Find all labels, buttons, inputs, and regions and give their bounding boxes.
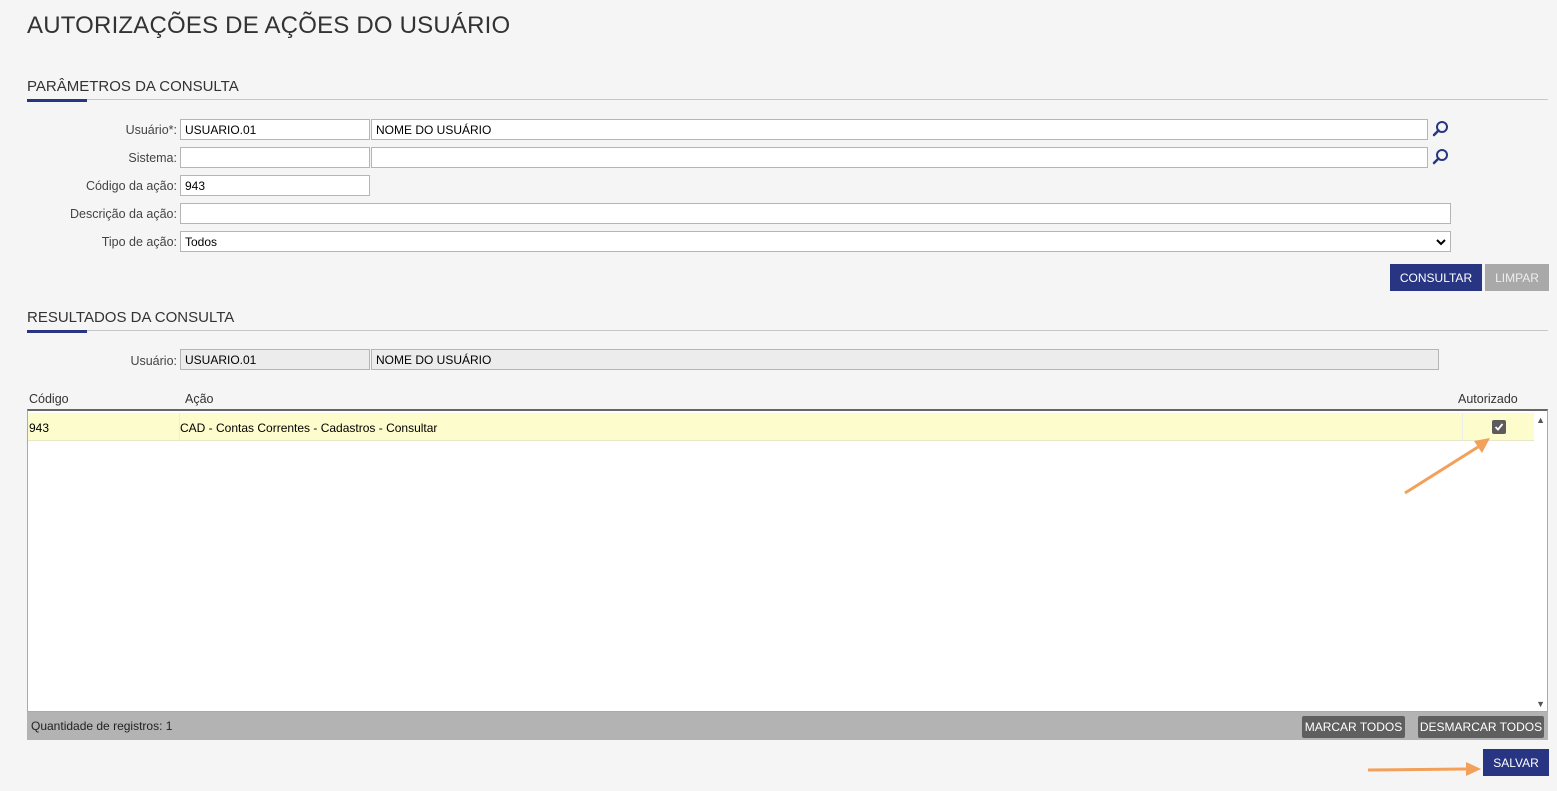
scroll-down-icon[interactable]: ▼ (1536, 699, 1545, 709)
tipo-acao-select[interactable]: Todos (180, 231, 1451, 252)
consultar-button[interactable]: CONSULTAR (1390, 264, 1482, 291)
sistema-label: Sistema: (128, 151, 177, 165)
results-divider (27, 330, 1548, 331)
row-acao-cell: CAD - Contas Correntes - Cadastros - Con… (180, 421, 438, 435)
column-header-acao[interactable]: Ação (185, 392, 214, 406)
usuario-code-input[interactable]: USUARIO.01 (180, 119, 370, 140)
chevron-down-icon (1436, 236, 1446, 250)
descricao-acao-input[interactable] (180, 203, 1451, 224)
results-usuario-code: USUARIO.01 (180, 349, 370, 370)
limpar-button[interactable]: LIMPAR (1485, 264, 1549, 291)
marcar-todos-button[interactable]: MARCAR TODOS (1302, 716, 1405, 738)
page-title: AUTORIZAÇÕES DE AÇÕES DO USUÁRIO (27, 12, 511, 39)
autorizado-checkbox[interactable] (1492, 420, 1506, 434)
results-grid: 943 CAD - Contas Correntes - Cadastros -… (27, 409, 1548, 712)
column-header-codigo[interactable]: Código (29, 392, 69, 406)
sistema-name-input[interactable] (371, 147, 1428, 168)
row-codigo-cell: 943 (29, 421, 50, 435)
params-divider (27, 99, 1548, 100)
results-section-title: RESULTADOS DA CONSULTA (27, 309, 235, 326)
tipo-acao-value: Todos (185, 235, 218, 249)
usuario-search-icon[interactable] (1431, 119, 1451, 139)
column-separator (1462, 413, 1463, 441)
codigo-acao-input[interactable]: 943 (180, 175, 370, 196)
params-section-title: PARÂMETROS DA CONSULTA (27, 78, 239, 95)
column-header-autorizado[interactable]: Autorizado (1458, 392, 1518, 406)
arrow-to-salvar (1367, 762, 1481, 776)
salvar-button[interactable]: SALVAR (1483, 749, 1549, 776)
results-divider-accent (27, 330, 87, 333)
params-divider-accent (27, 99, 87, 102)
table-row[interactable]: 943 CAD - Contas Correntes - Cadastros -… (28, 413, 1534, 441)
desmarcar-todos-button[interactable]: DESMARCAR TODOS (1418, 716, 1544, 738)
usuario-label: Usuário*: (125, 123, 177, 137)
usuario-name-input[interactable]: NOME DO USUÁRIO (371, 119, 1428, 140)
tipo-acao-label: Tipo de ação: (101, 235, 177, 249)
record-count: Quantidade de registros: 1 (31, 719, 173, 733)
sistema-search-icon[interactable] (1431, 147, 1451, 167)
scroll-up-icon[interactable]: ▲ (1536, 415, 1545, 425)
descricao-acao-label: Descrição da ação: (69, 207, 177, 221)
results-usuario-label: Usuário: (130, 354, 177, 368)
results-usuario-name: NOME DO USUÁRIO (371, 349, 1439, 370)
codigo-acao-label: Código da ação: (85, 179, 177, 193)
checkmark-icon (1494, 423, 1504, 431)
sistema-code-input[interactable] (180, 147, 370, 168)
